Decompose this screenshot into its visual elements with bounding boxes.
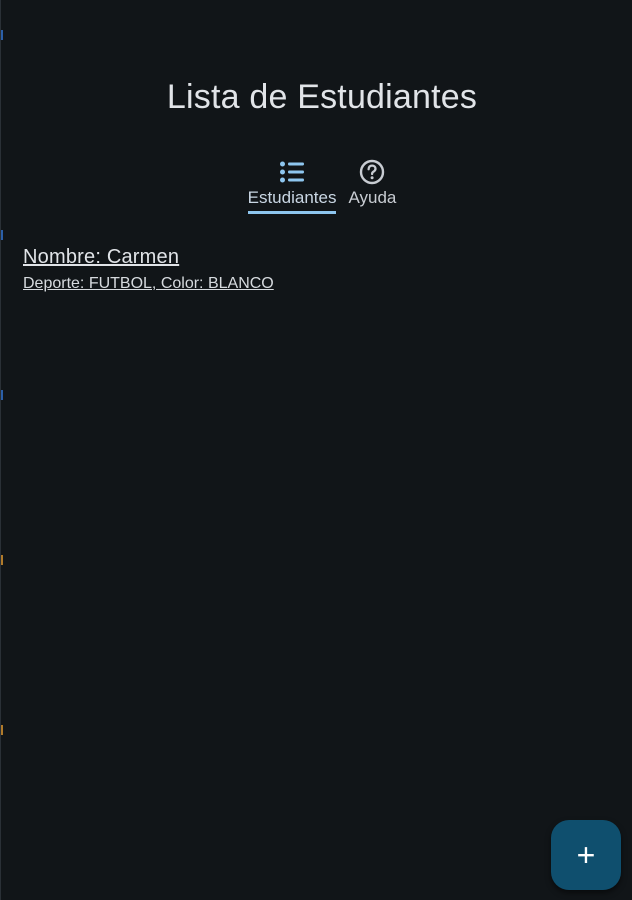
tab-ayuda[interactable]: Ayuda (348, 158, 396, 214)
page-title: Lista de Estudiantes (166, 78, 478, 116)
window-edge (1, 0, 3, 900)
tab-estudiantes[interactable]: Estudiantes (247, 158, 337, 214)
list-icon (278, 158, 306, 186)
tab-estudiantes-label: Estudiantes (247, 188, 337, 207)
help-icon (358, 158, 386, 186)
tab-ayuda-label: Ayuda (348, 188, 397, 207)
list-item[interactable]: Nombre: Carmen Deporte: FUTBOL, Color: B… (23, 246, 274, 293)
add-student-button[interactable]: + (551, 820, 621, 890)
student-name[interactable]: Nombre: Carmen (23, 246, 274, 269)
student-list: Nombre: Carmen Deporte: FUTBOL, Color: B… (23, 246, 274, 293)
app-window: Lista de Estudiantes Estudiantes Ayuda N… (0, 0, 632, 900)
tab-bar: Estudiantes Ayuda (1, 158, 632, 214)
plus-icon: + (576, 837, 596, 873)
student-details[interactable]: Deporte: FUTBOL, Color: BLANCO (23, 275, 274, 293)
